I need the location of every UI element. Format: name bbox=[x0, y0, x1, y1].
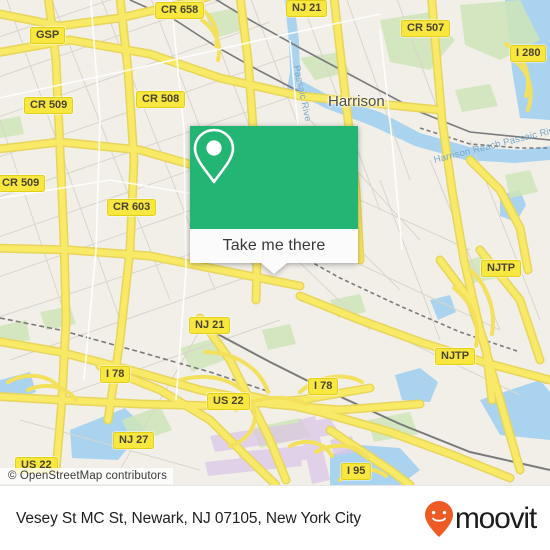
moovit-pin-icon bbox=[424, 500, 453, 537]
road-shield: CR 658 bbox=[155, 2, 205, 19]
moovit-map-screenshot: CR 658 NJ 21 CR 507 I 280 GSP CR 509 CR 508 CR … bbox=[0, 0, 550, 550]
road-shield: I 95 bbox=[341, 463, 372, 480]
road-shield: NJ 21 bbox=[286, 0, 328, 17]
road-shield: I 280 bbox=[510, 45, 547, 62]
road-shield: CR 509 bbox=[0, 175, 46, 192]
road-shield: I 78 bbox=[100, 366, 131, 383]
road-shield: CR 508 bbox=[136, 91, 186, 108]
place-label: Harrison bbox=[328, 93, 385, 110]
map-pin-icon bbox=[193, 128, 235, 184]
location-popup-card[interactable]: Take me there bbox=[190, 126, 358, 274]
take-me-there-label: Take me there bbox=[222, 237, 326, 254]
road-shield: NJTP bbox=[435, 348, 476, 365]
moovit-logo: moovit bbox=[424, 500, 537, 538]
moovit-wordmark: moovit bbox=[454, 501, 537, 535]
road-shield: GSP bbox=[30, 27, 66, 44]
road-shield: NJ 21 bbox=[189, 317, 231, 334]
road-shield: CR 509 bbox=[24, 97, 74, 114]
road-shield: NJ 27 bbox=[113, 432, 155, 449]
road-shield: CR 507 bbox=[401, 20, 451, 37]
road-shield: CR 603 bbox=[107, 199, 157, 216]
road-shield: US 22 bbox=[207, 393, 250, 410]
take-me-there-button[interactable]: Take me there bbox=[190, 229, 358, 263]
popup-tail bbox=[261, 263, 287, 274]
road-shield: I 78 bbox=[308, 378, 339, 395]
road-shield: NJTP bbox=[481, 260, 522, 277]
osm-attribution[interactable]: © OpenStreetMap contributors bbox=[0, 468, 173, 484]
popup-icon-area bbox=[190, 126, 358, 229]
map-canvas[interactable]: CR 658 NJ 21 CR 507 I 280 GSP CR 509 CR 508 CR … bbox=[0, 0, 550, 485]
address-label: Vesey St MC St, Newark, NJ 07105, New Yo… bbox=[16, 509, 362, 527]
footer-bar: Vesey St MC St, Newark, NJ 07105, New Yo… bbox=[0, 485, 550, 550]
